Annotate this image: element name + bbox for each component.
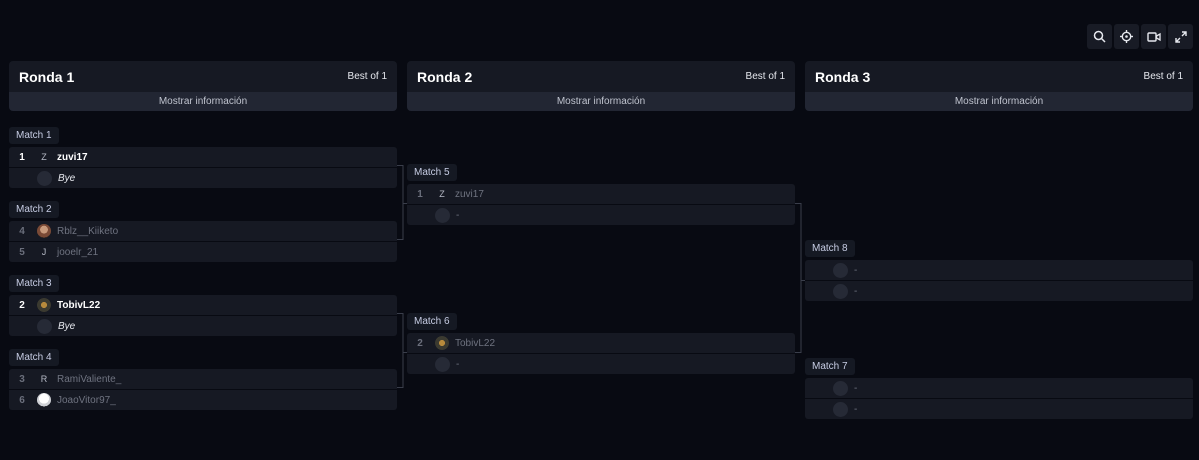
team-name: Bye	[58, 172, 76, 184]
player-avatar-image	[37, 298, 51, 312]
match-teams: 2 TobivL22 Bye	[9, 295, 397, 336]
team-row[interactable]: Bye	[9, 316, 397, 336]
team-seed: 6	[19, 394, 25, 406]
team-avatar-placeholder	[435, 207, 450, 223]
team-row[interactable]: 2 TobivL22	[407, 333, 795, 353]
match-label: Match 6	[407, 313, 457, 330]
team-name: zuvi17	[57, 151, 88, 163]
team-name: Rblz__Kiiketo	[57, 225, 119, 237]
team-name: zuvi17	[455, 188, 484, 200]
match-teams: - -	[805, 260, 1193, 301]
team-name: -	[854, 285, 858, 297]
team-seed: 2	[417, 337, 423, 349]
team-avatar-placeholder	[435, 356, 450, 372]
match-2[interactable]: Match 2 4 Rblz__Kiiketo 5 J jooelr_21	[9, 199, 397, 262]
team-row[interactable]: -	[407, 354, 795, 374]
team-row[interactable]: 2 TobivL22	[9, 295, 397, 315]
team-name: -	[854, 403, 858, 415]
team-row[interactable]: 5 J jooelr_21	[9, 242, 397, 262]
team-name: TobivL22	[57, 299, 101, 311]
team-avatar: R	[40, 374, 48, 384]
match-label: Match 8	[805, 240, 855, 257]
team-avatar-placeholder	[833, 401, 848, 417]
match-label: Match 7	[805, 358, 855, 375]
match-teams: 1 Z zuvi17 -	[407, 184, 795, 225]
team-name: jooelr_21	[57, 246, 99, 258]
team-name: TobivL22	[455, 337, 496, 349]
match-1[interactable]: Match 1 1 Z zuvi17 Bye	[9, 125, 397, 188]
match-label: Match 2	[9, 201, 59, 218]
team-name: -	[456, 358, 460, 370]
team-avatar: Z	[41, 152, 47, 162]
match-label: Match 4	[9, 349, 59, 366]
team-avatar: Z	[439, 189, 445, 199]
match-teams: 2 TobivL22 -	[407, 333, 795, 374]
team-avatar-placeholder	[833, 262, 848, 278]
team-row[interactable]: 4 Rblz__Kiiketo	[9, 221, 397, 241]
connector-m3-m6	[397, 313, 407, 353]
team-seed: 2	[19, 299, 25, 311]
team-row[interactable]: 1 Z zuvi17	[9, 147, 397, 167]
connector-m6-m8	[795, 280, 802, 353]
team-avatar-placeholder	[37, 318, 52, 334]
team-name: -	[456, 209, 460, 221]
team-seed: 1	[19, 151, 25, 163]
match-5[interactable]: Match 5 1 Z zuvi17 -	[407, 162, 795, 225]
team-row[interactable]: 3 R RamiValiente_	[9, 369, 397, 389]
team-row[interactable]: -	[805, 260, 1193, 280]
match-teams: 1 Z zuvi17 Bye	[9, 147, 397, 188]
team-row[interactable]: -	[805, 378, 1193, 398]
team-row[interactable]: -	[407, 205, 795, 225]
team-row[interactable]: 1 Z zuvi17	[407, 184, 795, 204]
team-seed: 4	[19, 225, 25, 237]
player-avatar-image	[37, 224, 51, 238]
match-7[interactable]: Match 7 - -	[805, 356, 1193, 419]
match-label: Match 3	[9, 275, 59, 292]
match-4[interactable]: Match 4 3 R RamiValiente_ 6 JoaoVitor97_	[9, 347, 397, 410]
team-seed: 5	[19, 246, 25, 258]
match-6[interactable]: Match 6 2 TobivL22 -	[407, 311, 795, 374]
team-name: RamiValiente_	[57, 373, 122, 385]
team-name: JoaoVitor97_	[57, 394, 116, 406]
team-avatar-placeholder	[833, 380, 848, 396]
team-name: -	[854, 264, 858, 276]
team-name: Bye	[58, 320, 76, 332]
match-label: Match 1	[9, 127, 59, 144]
team-avatar-placeholder	[833, 283, 848, 299]
team-row[interactable]: -	[805, 399, 1193, 419]
team-row[interactable]: -	[805, 281, 1193, 301]
team-avatar: J	[41, 247, 47, 257]
connector-m2-m5	[397, 203, 404, 240]
team-seed: 3	[19, 373, 25, 385]
connector-m1-m5	[397, 165, 407, 204]
team-row[interactable]: Bye	[9, 168, 397, 188]
player-avatar-image	[37, 393, 51, 407]
team-avatar-placeholder	[37, 170, 52, 186]
match-3[interactable]: Match 3 2 TobivL22 Bye	[9, 273, 397, 336]
match-teams: 3 R RamiValiente_ 6 JoaoVitor97_	[9, 369, 397, 410]
connector-m5-m8	[795, 203, 805, 281]
connector-m4-m6	[397, 352, 404, 388]
match-8[interactable]: Match 8 - -	[805, 238, 1193, 301]
match-teams: 4 Rblz__Kiiketo 5 J jooelr_21	[9, 221, 397, 262]
team-seed: 1	[417, 188, 423, 200]
team-name: -	[854, 382, 858, 394]
player-avatar-image	[435, 336, 449, 350]
match-teams: - -	[805, 378, 1193, 419]
team-row[interactable]: 6 JoaoVitor97_	[9, 390, 397, 410]
match-label: Match 5	[407, 164, 457, 181]
